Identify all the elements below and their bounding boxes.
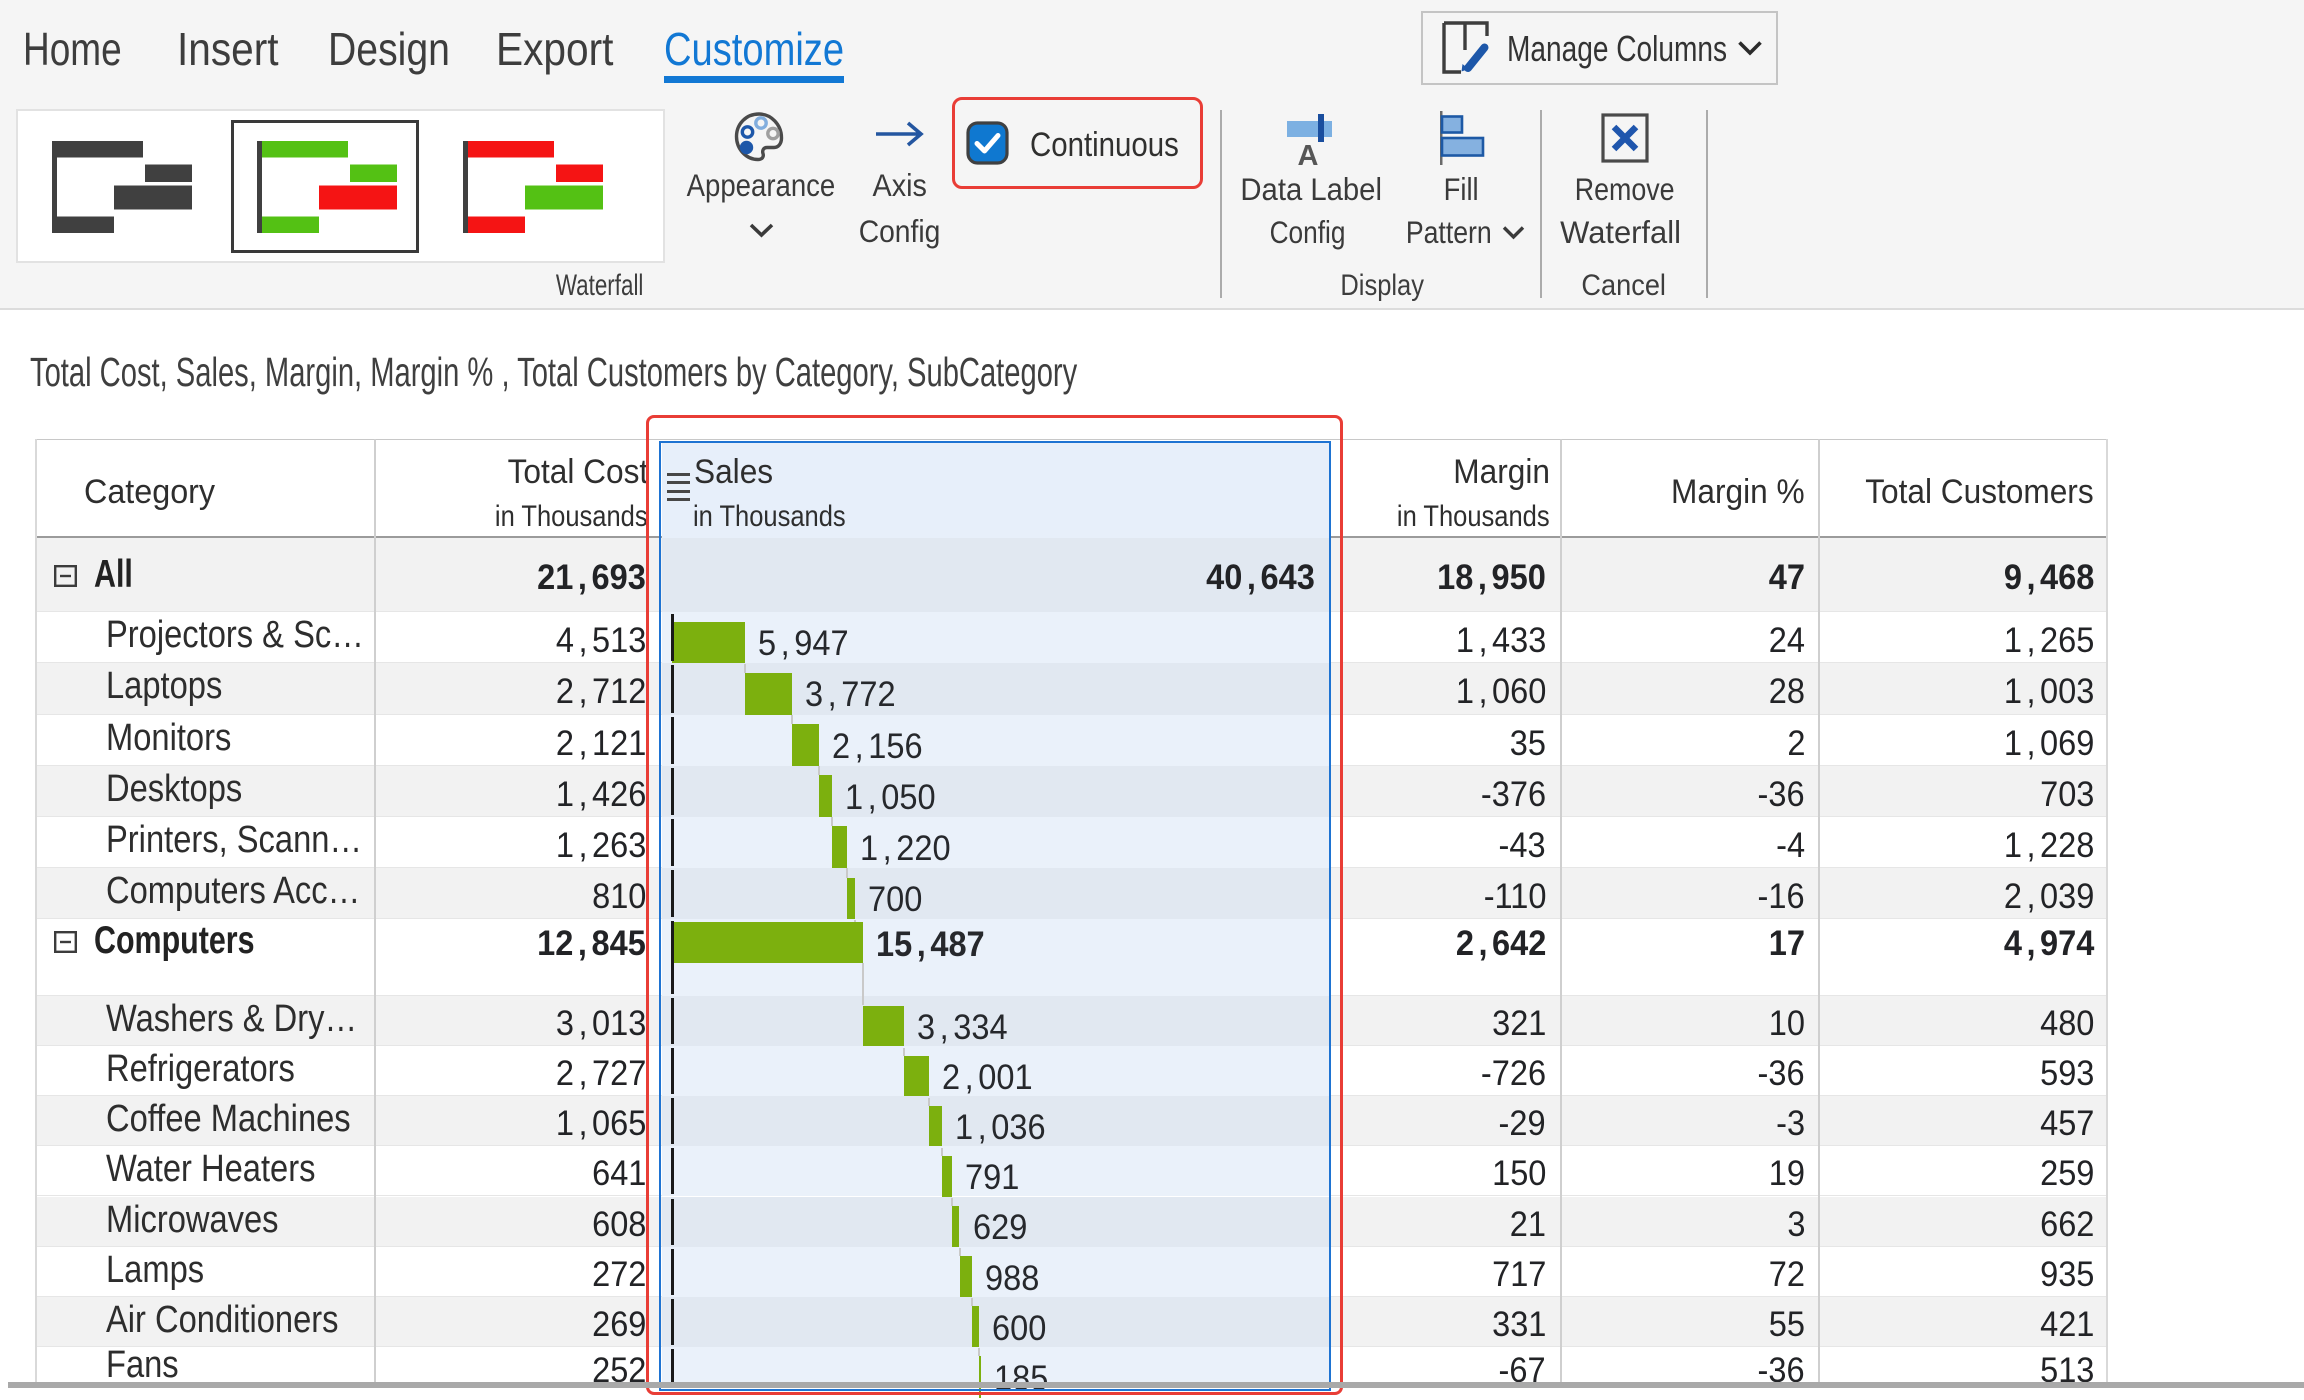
svg-text:A: A [1298, 140, 1319, 170]
